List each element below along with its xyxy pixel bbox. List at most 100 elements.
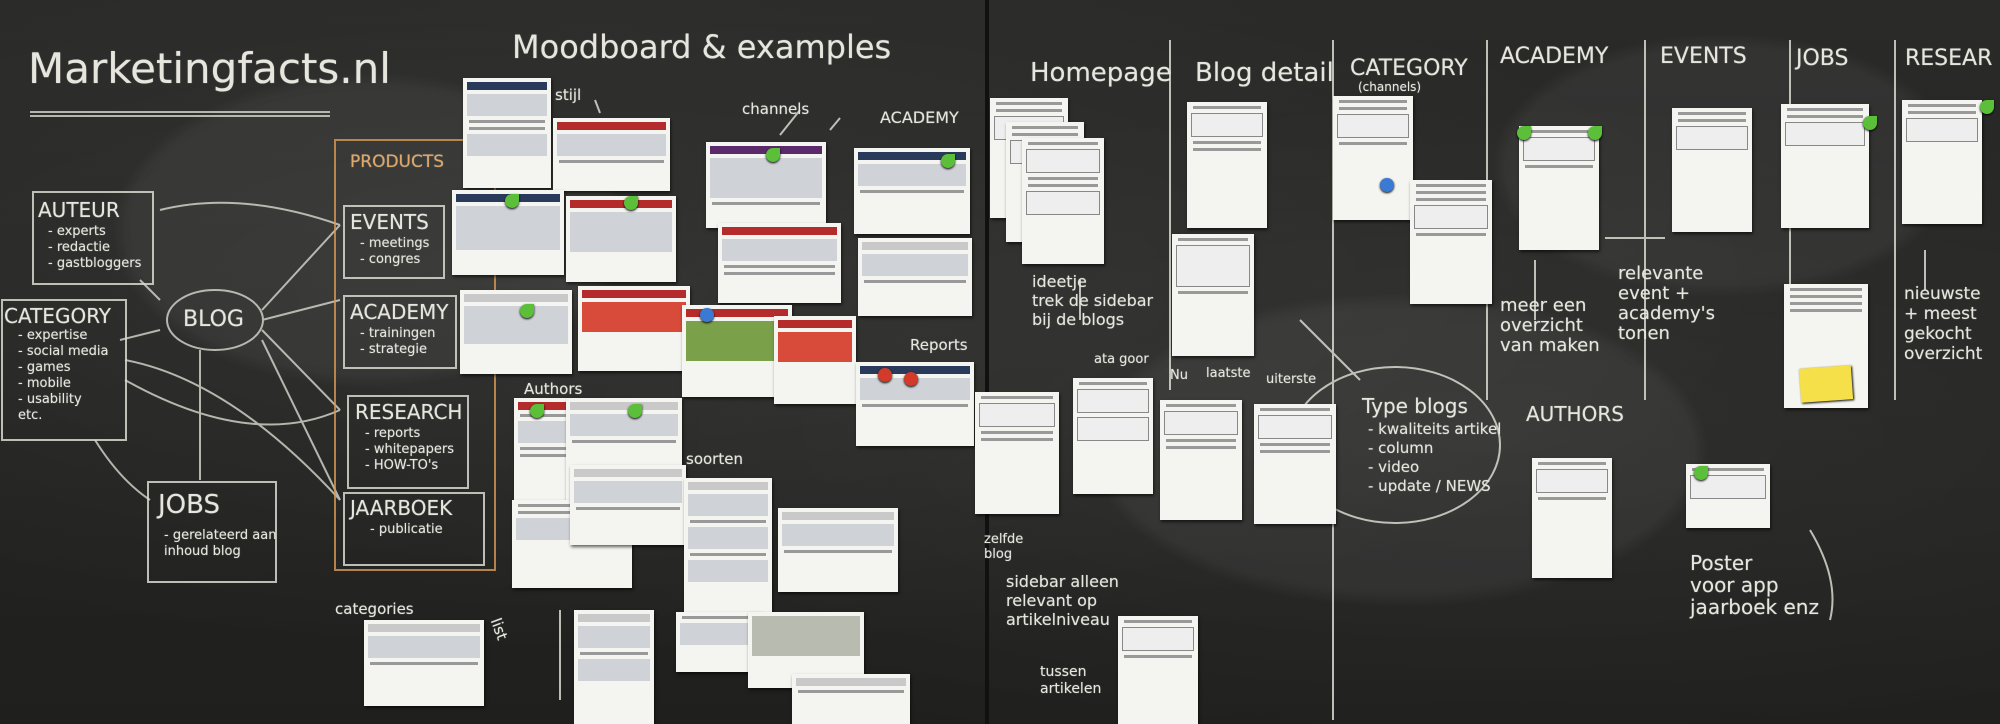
- wireframe-sheet: [1172, 234, 1254, 356]
- jobs-item: - gerelateerd aan: [164, 528, 277, 543]
- note-uiterste: uiterste: [1266, 372, 1317, 387]
- events-items: - meetings - congres: [360, 236, 429, 268]
- note-academy: meer een overzicht van maken: [1500, 296, 1600, 356]
- note-line: van maken: [1500, 335, 1600, 356]
- label-soorten: soorten: [686, 450, 743, 468]
- note-nu: Nu: [1170, 368, 1188, 383]
- wireframe-sheet: [1333, 96, 1413, 220]
- note-zelfde-blog: zelfde blog: [984, 532, 1023, 562]
- category-sub: (channels): [1358, 80, 1422, 94]
- academy-item: - strategie: [360, 342, 427, 357]
- wireframe-sheet: [1781, 104, 1869, 228]
- moodboard-screenshot: [774, 316, 856, 404]
- board-title: Marketingfacts.nl: [28, 44, 391, 93]
- academy-title: ACADEMY: [350, 300, 449, 324]
- label-categories: categories: [335, 600, 414, 618]
- category-item: etc.: [18, 408, 43, 423]
- research-items: - reports - whitepapers - HOW-TO's: [365, 426, 454, 474]
- pin: [1588, 126, 1602, 140]
- label-reports: Reports: [910, 336, 968, 354]
- wireframe-sheet: [1022, 138, 1104, 264]
- pin: [766, 148, 780, 162]
- type-blogs-item: - column: [1368, 439, 1434, 457]
- note-line: academy's: [1618, 303, 1715, 324]
- note-line: event +: [1618, 283, 1691, 304]
- events-item: - meetings: [360, 236, 430, 251]
- note-line: relevante: [1618, 263, 1704, 284]
- jobs-item: inhoud blog: [164, 544, 241, 559]
- note-line: artikelniveau: [1006, 610, 1110, 629]
- moodboard-screenshot: [570, 465, 686, 545]
- note-line: artikelen: [1040, 681, 1102, 697]
- pin: [1694, 466, 1708, 480]
- note-line: nieuwste: [1904, 284, 1981, 304]
- note-atagoor: ata goor: [1094, 352, 1149, 367]
- moodboard-screenshot: [460, 290, 572, 374]
- note-line: zelfde: [984, 532, 1024, 547]
- type-blogs-item: - video: [1368, 458, 1420, 476]
- note-ideetje: ideetje trek de sidebar bij de blogs: [1032, 272, 1153, 329]
- section-homepage: Homepage: [1030, 58, 1172, 88]
- note-line: jaarboek enz: [1690, 595, 1819, 619]
- section-research: RESEAR: [1905, 46, 1993, 71]
- note-poster: Poster voor app jaarboek enz: [1690, 552, 1819, 618]
- auteur-item: - gastbloggers: [48, 256, 142, 271]
- note-line: ideetje: [1032, 272, 1087, 291]
- wireframe-sheet: [1160, 400, 1242, 520]
- section-blog-detail: Blog detail: [1195, 58, 1334, 88]
- pin: [530, 404, 544, 418]
- note-line: meer een: [1500, 295, 1587, 316]
- note-line: tonen: [1618, 323, 1670, 344]
- note-laatste: laatste: [1206, 366, 1251, 381]
- type-blogs-item: - kwaliteits artikel: [1368, 420, 1502, 438]
- note-sidebar: sidebar alleen relevant op artikelniveau: [1006, 572, 1119, 629]
- auteur-item: - experts: [48, 224, 106, 239]
- products-label: PRODUCTS: [350, 152, 445, 172]
- pin: [1863, 116, 1877, 130]
- wireframe-sheet: [1410, 180, 1492, 304]
- wireframe-sheet: [1187, 102, 1267, 228]
- note-line: blog: [984, 547, 1013, 562]
- label-stijl: stijl: [555, 86, 582, 104]
- label-academy: ACADEMY: [880, 108, 959, 127]
- moodboard-screenshot: [778, 508, 898, 592]
- category-title: CATEGORY: [4, 304, 112, 328]
- category-item: - mobile: [18, 376, 71, 391]
- section-events: EVENTS: [1660, 44, 1747, 69]
- wireframe-sheet: [1073, 378, 1153, 494]
- academy-items: - trainingen - strategie: [360, 326, 435, 358]
- category-items: - expertise - social media - games - mob…: [18, 328, 109, 424]
- pin: [700, 308, 714, 322]
- note-line: overzicht: [1904, 344, 1983, 364]
- wireframe-sheet: [1118, 616, 1198, 724]
- wireframe-sheet: [1519, 126, 1599, 250]
- moodboard-screenshot: [578, 286, 690, 371]
- type-blogs-item: - update / NEWS: [1368, 477, 1491, 495]
- note-line: voor app: [1690, 573, 1779, 597]
- research-item: - whitepapers: [365, 442, 454, 457]
- moodboard-screenshot: [574, 610, 654, 724]
- chalkboard: Marketingfacts.nl Moodboard & examples A…: [0, 0, 2000, 724]
- pin: [904, 372, 918, 386]
- section-academy: ACADEMY: [1500, 44, 1609, 69]
- jaarboek-title: JAARBOEK: [350, 496, 453, 520]
- authors-heading: AUTHORS: [1526, 402, 1624, 426]
- research-title: RESEARCH: [355, 400, 463, 424]
- note-events: relevante event + academy's tonen: [1618, 264, 1715, 344]
- events-item: - congres: [360, 252, 421, 267]
- category-item: - usability: [18, 392, 82, 407]
- blog-center: BLOG: [183, 307, 244, 332]
- category-item: - social media: [18, 344, 109, 359]
- moodboard-screenshot: [463, 78, 551, 188]
- note-line: bij de blogs: [1032, 310, 1125, 329]
- jobs-title: JOBS: [158, 490, 221, 520]
- wireframe-sheet: [1672, 108, 1752, 232]
- sticky-note: [1798, 365, 1854, 403]
- moodboard-heading: Moodboard & examples: [512, 28, 892, 66]
- events-title: EVENTS: [350, 210, 429, 234]
- moodboard-screenshot: [792, 674, 910, 724]
- jobs-items: - gerelateerd aan inhoud blog: [164, 528, 276, 560]
- section-category: CATEGORY: [1350, 56, 1468, 81]
- research-item: - HOW-TO's: [365, 458, 439, 473]
- note-line: overzicht: [1500, 315, 1583, 336]
